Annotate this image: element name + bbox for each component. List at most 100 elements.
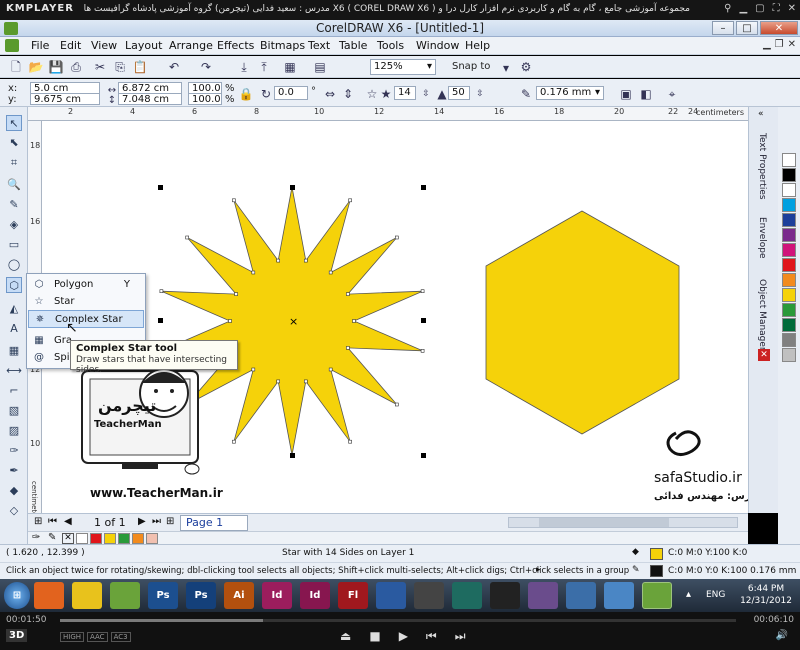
- polygon-tool-icon[interactable]: ⬡: [6, 277, 22, 293]
- flyout-polygon[interactable]: ⬡ Polygon Y: [28, 276, 144, 294]
- flyout-complex-star[interactable]: ✵ Complex Star: [28, 310, 144, 328]
- copy-icon[interactable]: ⎘: [112, 59, 128, 75]
- open-icon[interactable]: 📂: [28, 59, 44, 75]
- fill-tool-icon[interactable]: ◆: [6, 483, 22, 499]
- pen-icon[interactable]: ✎: [48, 532, 56, 543]
- photoshop-icon-2[interactable]: Ps: [186, 582, 216, 609]
- menu-window[interactable]: Window: [416, 39, 459, 52]
- document-palette-swatch[interactable]: [146, 533, 158, 544]
- mirror-vertical-icon[interactable]: ⇕: [340, 86, 356, 102]
- flash-icon[interactable]: Fl: [338, 582, 368, 609]
- monitor-icon[interactable]: [566, 582, 596, 609]
- points-stepper[interactable]: ⇳: [418, 86, 434, 102]
- sharpness-field[interactable]: 50: [448, 86, 470, 100]
- scale-height-field[interactable]: 100.0: [188, 93, 222, 105]
- photoshop-icon[interactable]: Ps: [148, 582, 178, 609]
- previous-icon[interactable]: ⏮: [426, 629, 437, 644]
- points-count-field[interactable]: 14: [394, 86, 416, 100]
- outline-tool-icon[interactable]: ✒: [6, 463, 22, 479]
- palette-swatch[interactable]: [782, 288, 796, 302]
- input-language[interactable]: ENG: [706, 590, 725, 600]
- seek-bar[interactable]: [60, 619, 736, 622]
- menu-view[interactable]: View: [91, 39, 117, 52]
- scrollbar-thumb[interactable]: [539, 518, 669, 527]
- lock-ratio-icon[interactable]: 🔒: [238, 86, 254, 102]
- convert-to-curves-icon[interactable]: ⌖: [664, 86, 680, 102]
- palette-swatch[interactable]: [782, 243, 796, 257]
- mdi-close-icon[interactable]: ✕: [788, 39, 796, 50]
- acrobat-icon[interactable]: [490, 582, 520, 609]
- new-document-icon[interactable]: 🗋: [8, 59, 24, 75]
- palette-swatch[interactable]: [782, 318, 796, 332]
- snap-to-dropdown[interactable]: Snap to: [452, 61, 490, 72]
- rectangle-tool-icon[interactable]: ▭: [6, 237, 22, 253]
- menu-edit[interactable]: Edit: [60, 39, 81, 52]
- coreldraw-icon[interactable]: [110, 582, 140, 609]
- close-icon[interactable]: ✕: [788, 3, 796, 14]
- import-icon[interactable]: ⤓: [236, 59, 252, 75]
- palette-swatch[interactable]: [782, 198, 796, 212]
- next-page-icon[interactable]: ▶: [138, 516, 146, 527]
- 3d-toggle[interactable]: 3D: [6, 629, 28, 642]
- sharpness-stepper[interactable]: ⇳: [472, 86, 488, 102]
- maximize-icon[interactable]: ▢: [755, 3, 764, 14]
- rotation-angle-field[interactable]: 0.0: [274, 86, 308, 100]
- palette-swatch[interactable]: [782, 168, 796, 182]
- cube-icon[interactable]: [604, 582, 634, 609]
- stop-icon[interactable]: ■: [369, 629, 380, 644]
- pick-tool-icon[interactable]: ↖: [6, 115, 22, 131]
- docker-collapse-icon[interactable]: «: [758, 109, 764, 119]
- menu-table[interactable]: Table: [339, 39, 367, 52]
- taskbar-clock[interactable]: 6:44 PM 12/31/2012: [738, 583, 794, 607]
- palette-swatch[interactable]: [782, 183, 796, 197]
- menu-text[interactable]: Text: [308, 39, 330, 52]
- crop-tool-icon[interactable]: ⌗: [6, 155, 22, 171]
- interactive-fill-icon[interactable]: ◇: [6, 503, 22, 519]
- document-palette-swatch[interactable]: [76, 533, 88, 544]
- zoom-tool-icon[interactable]: 🔍: [6, 177, 22, 193]
- first-page-icon[interactable]: ⏮: [48, 516, 57, 527]
- docker-tab-text-properties[interactable]: Text Properties: [757, 133, 767, 200]
- close-button[interactable]: ✕: [760, 21, 798, 35]
- palette-swatch[interactable]: [782, 348, 796, 362]
- fullscreen-icon[interactable]: ⛶: [773, 3, 780, 14]
- last-page-icon[interactable]: ⏭: [152, 516, 161, 527]
- palette-swatch[interactable]: [782, 273, 796, 287]
- next-icon[interactable]: ⏭: [455, 629, 466, 644]
- start-button[interactable]: ⊞: [4, 582, 30, 609]
- application-launcher-icon[interactable]: ▦: [282, 59, 298, 75]
- menu-effects[interactable]: Effects: [217, 39, 254, 52]
- add-page-end-icon[interactable]: ⊞: [166, 516, 174, 527]
- docker-tab-object-manager[interactable]: Object Manager: [757, 279, 767, 351]
- document-palette-swatch[interactable]: [90, 533, 102, 544]
- docker-tab-envelope[interactable]: Envelope: [757, 217, 767, 259]
- illustrator-icon[interactable]: Ai: [224, 582, 254, 609]
- menu-tools[interactable]: Tools: [377, 39, 404, 52]
- palette-swatch[interactable]: [782, 228, 796, 242]
- text-tool-icon[interactable]: A: [6, 321, 22, 337]
- script-icon[interactable]: [376, 582, 406, 609]
- to-back-icon[interactable]: ◧: [638, 86, 654, 102]
- export-icon[interactable]: ⤒: [256, 59, 272, 75]
- eject-icon[interactable]: ⏏: [340, 629, 351, 644]
- blend-tool-icon[interactable]: ▧: [6, 403, 22, 419]
- horizontal-scrollbar[interactable]: [508, 517, 738, 528]
- outline-width-select[interactable]: 0.176 mm ▾: [536, 86, 604, 100]
- y-position-field[interactable]: 9.675 cm: [30, 93, 100, 105]
- menu-help[interactable]: Help: [465, 39, 490, 52]
- disc-icon[interactable]: [528, 582, 558, 609]
- volume-icon[interactable]: 🔊: [776, 630, 788, 641]
- height-field[interactable]: 7.048 cm: [118, 93, 182, 105]
- eyedropper-icon[interactable]: ✑: [32, 532, 40, 543]
- print-icon[interactable]: ⎙: [68, 59, 84, 75]
- palette-swatch[interactable]: [782, 333, 796, 347]
- shape-tool-icon[interactable]: ⬉: [6, 135, 22, 151]
- horizontal-ruler[interactable]: 2 4 6 8 10 12 14 16 18 20 22 24 centimet…: [28, 107, 748, 121]
- hexagon-shape[interactable]: [485, 210, 680, 435]
- menu-layout[interactable]: Layout: [125, 39, 162, 52]
- minimize-icon[interactable]: ▁: [739, 3, 747, 14]
- zoom-level-select[interactable]: 125% ▾: [370, 59, 436, 75]
- fill-color-swatch[interactable]: [650, 548, 663, 560]
- snap-dropdown-chevron-icon[interactable]: ▾: [498, 60, 514, 76]
- table-tool-icon[interactable]: ▦: [6, 343, 22, 359]
